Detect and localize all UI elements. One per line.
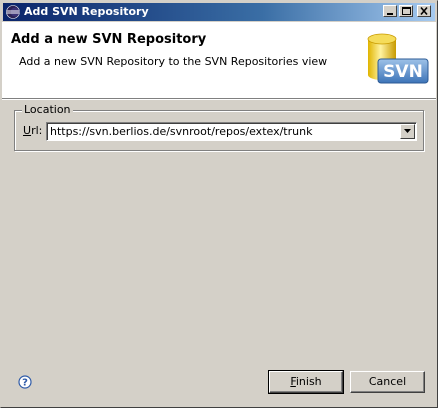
dialog-window: Add SVN Repository Add a new SVN Reposit… <box>0 0 438 408</box>
page-title: Add a new SVN Repository <box>11 32 207 47</box>
finish-label-rest: inish <box>295 375 322 388</box>
page-description: Add a new SVN Repository to the SVN Repo… <box>19 55 328 68</box>
cancel-button[interactable]: Cancel <box>350 371 425 393</box>
url-label: Url: <box>23 124 42 137</box>
location-legend: Location <box>22 103 73 116</box>
url-combo[interactable]: https://svn.berlios.de/svnroot/repos/ext… <box>46 122 417 141</box>
url-input[interactable]: https://svn.berlios.de/svnroot/repos/ext… <box>50 125 312 138</box>
url-label-rest: rl: <box>31 124 43 137</box>
maximize-button[interactable] <box>399 5 413 17</box>
help-icon[interactable]: ? <box>18 375 32 389</box>
svn-graphic-text: SVN <box>383 62 423 82</box>
url-dropdown-button[interactable] <box>400 124 415 139</box>
eclipse-icon <box>6 5 20 19</box>
window-title: Add SVN Repository <box>24 5 149 18</box>
location-group: Location Url: https://svn.berlios.de/svn… <box>14 103 424 151</box>
finish-button[interactable]: Finish <box>268 370 344 394</box>
chevron-down-icon <box>404 129 411 133</box>
url-label-mnemonic: U <box>23 124 32 137</box>
svn-repository-icon: SVN <box>362 27 432 93</box>
svg-text:?: ? <box>22 378 28 389</box>
minimize-button[interactable] <box>383 5 397 17</box>
title-bar[interactable]: Add SVN Repository <box>3 3 435 21</box>
close-button[interactable] <box>417 5 431 17</box>
header-divider-highlight <box>2 99 436 100</box>
wizard-header: Add a new SVN Repository Add a new SVN R… <box>2 22 436 98</box>
